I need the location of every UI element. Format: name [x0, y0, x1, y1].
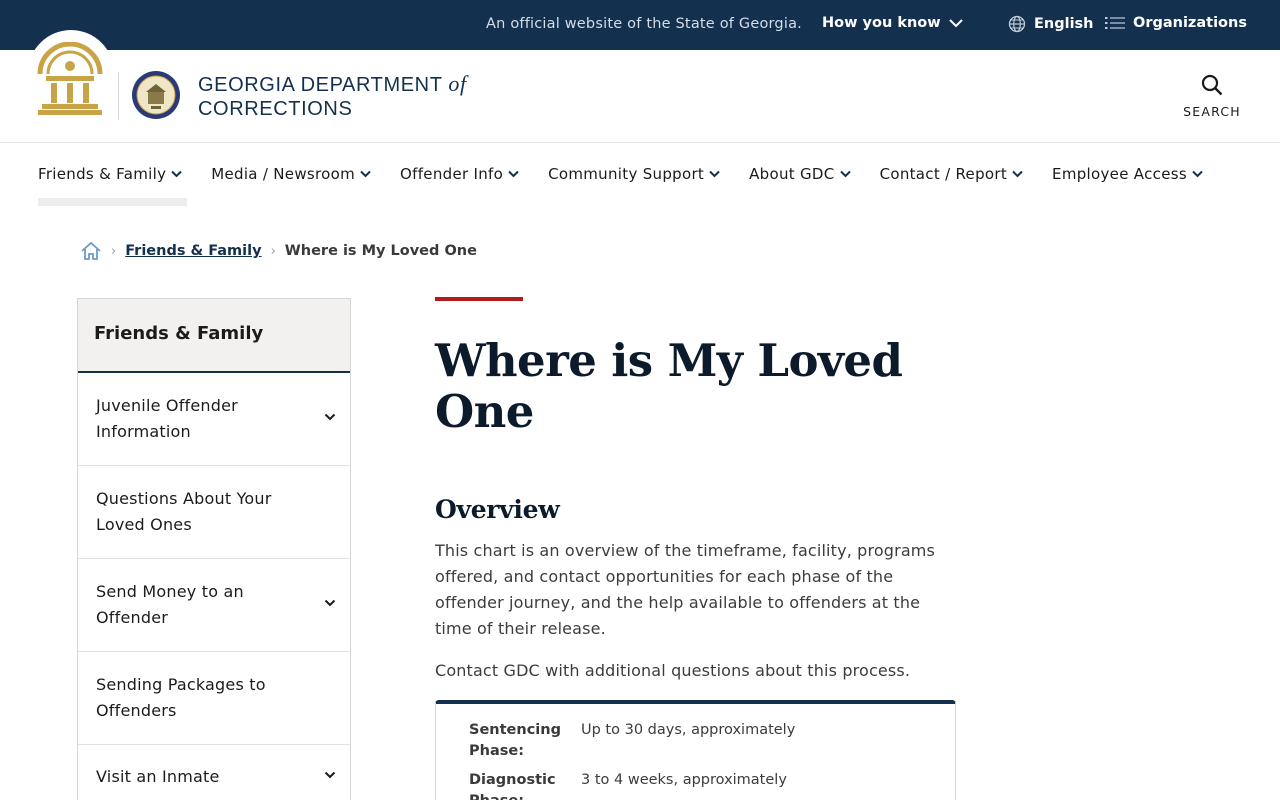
nav-item-contact-report[interactable]: Contact / Report — [880, 165, 1023, 183]
page-title: Where is My Loved One — [435, 334, 903, 438]
sidebar-item-send-money[interactable]: Send Money to an Offender — [78, 559, 350, 652]
chevron-down-icon — [171, 170, 182, 178]
nav-item-label: Media / Newsroom — [211, 165, 356, 183]
sidebar-item-label: Visit an Inmate — [96, 766, 220, 786]
nav-item-label: Employee Access — [1052, 165, 1187, 183]
list-icon — [1105, 17, 1125, 29]
official-banner: An official website of the State of Geor… — [0, 0, 1280, 50]
chevron-down-icon[interactable] — [324, 771, 336, 779]
breadcrumb: › Friends & Family › Where is My Loved O… — [80, 241, 477, 261]
chevron-right-icon: › — [111, 243, 117, 259]
chevron-down-icon — [1012, 170, 1023, 178]
chevron-down-icon[interactable] — [324, 413, 336, 421]
contact-paragraph: Contact GDC with additional questions ab… — [435, 661, 911, 680]
section-heading-overview: Overview — [435, 495, 560, 524]
chevron-down-icon — [948, 18, 963, 27]
sidebar-item-sending-packages[interactable]: Sending Packages to Offenders — [78, 652, 350, 745]
nav-item-offender-info[interactable]: Offender Info — [400, 165, 519, 183]
nav-item-employee-access[interactable]: Employee Access — [1052, 165, 1203, 183]
organizations-menu[interactable]: Organizations — [1105, 15, 1247, 31]
overview-paragraph: This chart is an overview of the timefra… — [435, 541, 936, 638]
phase-name: Sentencing Phase: — [469, 722, 561, 759]
site-title-line1: GEORGIA DEPARTMENT — [198, 74, 443, 96]
breadcrumb-link-friends-family[interactable]: Friends & Family — [125, 243, 261, 259]
logo-divider — [118, 72, 119, 120]
chevron-right-icon: › — [270, 243, 276, 259]
language-label: English — [1034, 16, 1094, 32]
search-button[interactable]: SEARCH — [1180, 74, 1244, 119]
how-you-know-label: How you know — [822, 15, 941, 31]
sidebar-item-label: Send Money to an Offender — [96, 582, 244, 627]
main-navigation: Friends & Family Media / Newsroom Offend… — [0, 143, 1280, 207]
gdc-seal-logo[interactable] — [131, 70, 181, 120]
phase-name: Diagnostic Phase: — [469, 772, 556, 800]
home-icon[interactable] — [80, 241, 102, 261]
chevron-down-icon — [360, 170, 371, 178]
site-title[interactable]: GEORGIA DEPARTMENT of CORRECTIONS — [198, 72, 467, 121]
sidebar-item-label: Juvenile Offender Information — [96, 396, 238, 441]
nav-item-community-support[interactable]: Community Support — [548, 165, 720, 183]
nav-item-label: Community Support — [548, 165, 705, 183]
site-header: GEORGIA DEPARTMENT of CORRECTIONS SEARCH — [0, 30, 1280, 143]
sidebar-item-label: Sending Packages to Offenders — [96, 675, 266, 720]
official-site-text: An official website of the State of Geor… — [486, 16, 802, 32]
table-row: Sentencing Phase: Up to 30 days, approxi… — [469, 720, 922, 762]
site-title-of: of — [448, 71, 467, 96]
phase-timeframe: 3 to 4 weeks, approximately — [581, 772, 787, 788]
nav-item-label: Contact / Report — [879, 165, 1008, 183]
nav-item-media-newsroom[interactable]: Media / Newsroom — [211, 165, 371, 183]
chevron-down-icon — [709, 170, 720, 178]
chevron-down-icon — [839, 170, 851, 178]
language-selector[interactable]: English — [1008, 15, 1094, 33]
breadcrumb-current: Where is My Loved One — [284, 243, 477, 259]
georgia-state-seal-logo[interactable] — [36, 42, 104, 116]
site-title-line2: CORRECTIONS — [198, 98, 353, 120]
phase-timeframe: Up to 30 days, approximately — [581, 722, 796, 738]
globe-icon — [1008, 15, 1026, 33]
search-icon — [1201, 74, 1223, 96]
sidebar-item-juvenile-offender-information[interactable]: Juvenile Offender Information — [78, 373, 350, 466]
section-sidebar: Friends & Family Juvenile Offender Infor… — [77, 298, 351, 800]
nav-item-label: About GDC — [749, 165, 835, 183]
chevron-down-icon — [508, 170, 519, 178]
chevron-down-icon[interactable] — [324, 599, 336, 607]
phase-table: Sentencing Phase: Up to 30 days, approxi… — [435, 700, 956, 800]
organizations-label: Organizations — [1133, 15, 1247, 31]
sidebar-item-label: Questions About Your Loved Ones — [96, 489, 272, 534]
search-label: SEARCH — [1183, 104, 1241, 119]
nav-active-indicator — [38, 198, 187, 206]
sidebar-heading[interactable]: Friends & Family — [78, 299, 350, 373]
chevron-down-icon — [1192, 170, 1203, 178]
sidebar-item-questions-about-loved-ones[interactable]: Questions About Your Loved Ones — [78, 466, 350, 559]
title-accent-rule — [435, 297, 523, 301]
nav-item-friends-family[interactable]: Friends & Family — [38, 165, 182, 183]
nav-item-label: Friends & Family — [38, 165, 167, 183]
main-content: Where is My Loved One Overview This char… — [435, 297, 956, 800]
nav-item-about-gdc[interactable]: About GDC — [749, 165, 851, 183]
nav-item-label: Offender Info — [400, 165, 504, 183]
sidebar-item-visit-an-inmate[interactable]: Visit an Inmate — [78, 745, 350, 800]
table-row: Diagnostic Phase: 3 to 4 weeks, approxim… — [469, 770, 922, 800]
how-you-know-toggle[interactable]: How you know — [822, 15, 963, 31]
